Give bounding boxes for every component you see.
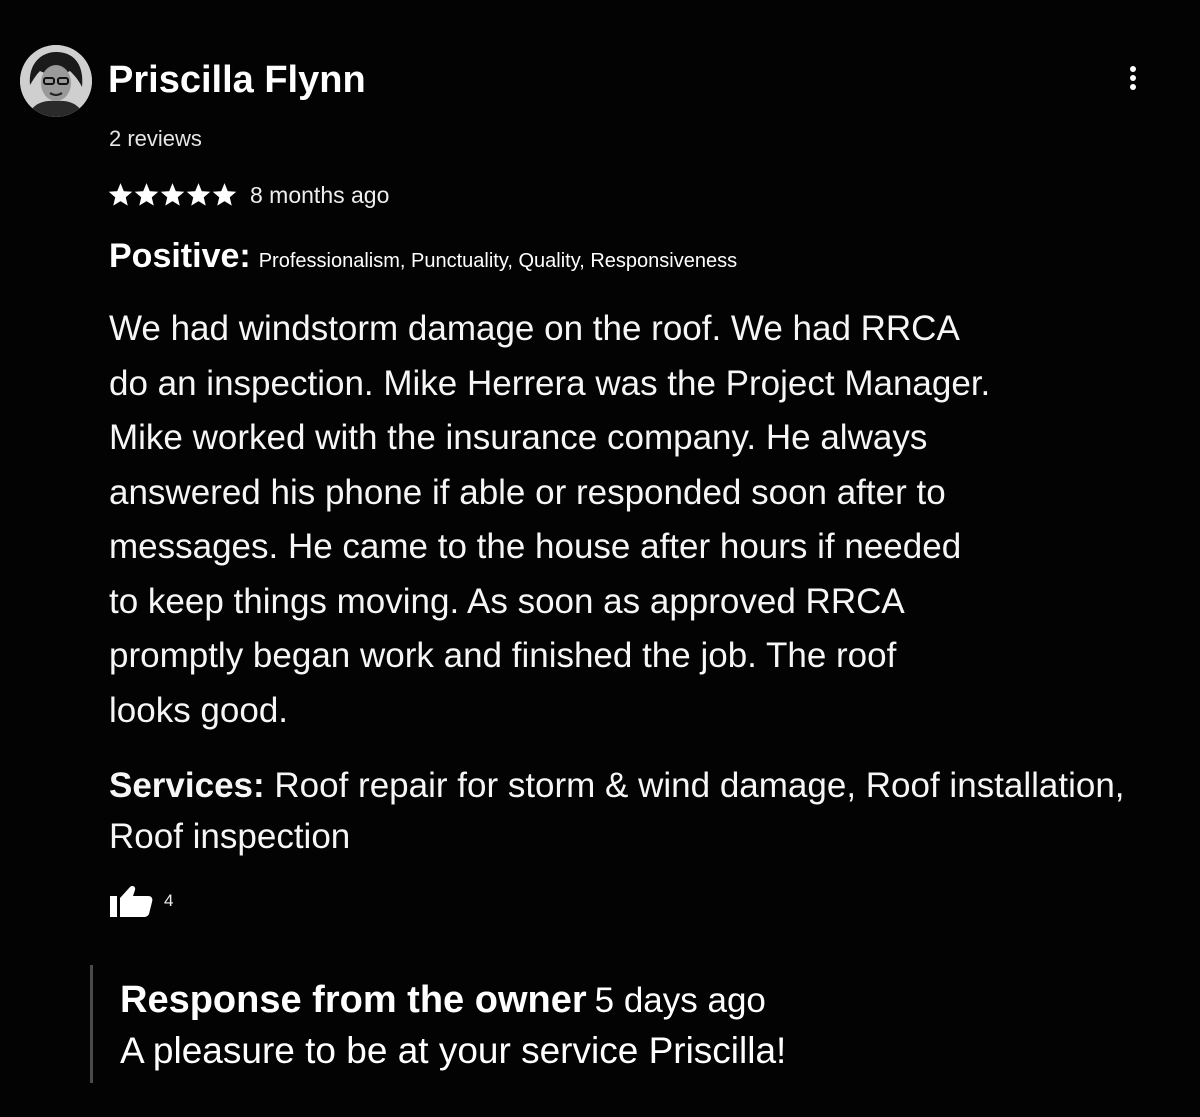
owner-response-label: Response from the owner — [120, 979, 587, 1021]
owner-response: Response from the owner 5 days ago A plea… — [90, 965, 1093, 1083]
user-avatar-icon — [20, 45, 92, 117]
review-text: We had windstorm damage on the roof. We … — [109, 309, 991, 730]
more-vertical-icon — [1130, 66, 1136, 90]
positive-attributes: Positive: Professionalism, Punctuality, Q… — [109, 235, 737, 284]
star-rating — [108, 183, 238, 207]
star-icon — [108, 183, 133, 206]
services: Services: Roof repair for storm & wind d… — [109, 760, 1169, 862]
owner-response-time: 5 days ago — [594, 981, 766, 1020]
reviewer-name[interactable]: Priscilla Flynn — [108, 58, 366, 102]
review-count[interactable]: 2 reviews — [109, 126, 202, 152]
positive-tags: Professionalism, Punctuality, Quality, R… — [258, 250, 738, 272]
more-options-button[interactable] — [1115, 60, 1151, 96]
like-count: 4 — [164, 891, 174, 910]
owner-response-header: Response from the owner 5 days ago — [120, 975, 766, 1033]
star-icon — [186, 183, 211, 206]
thumbs-up-icon — [110, 886, 153, 917]
rating-row: 8 months ago — [108, 178, 389, 212]
like-button[interactable]: 4 — [108, 884, 173, 918]
star-icon — [134, 183, 159, 206]
star-icon — [212, 183, 237, 206]
review-card: Priscilla Flynn 2 reviews 8 months ago P… — [0, 0, 1200, 1117]
services-label: Services: — [109, 766, 265, 805]
star-icon — [160, 183, 185, 206]
owner-response-message: A pleasure to be at your service Priscil… — [120, 1030, 787, 1071]
avatar[interactable] — [20, 45, 92, 117]
positive-label: Positive: — [109, 237, 251, 275]
review-time: 8 months ago — [250, 182, 390, 208]
